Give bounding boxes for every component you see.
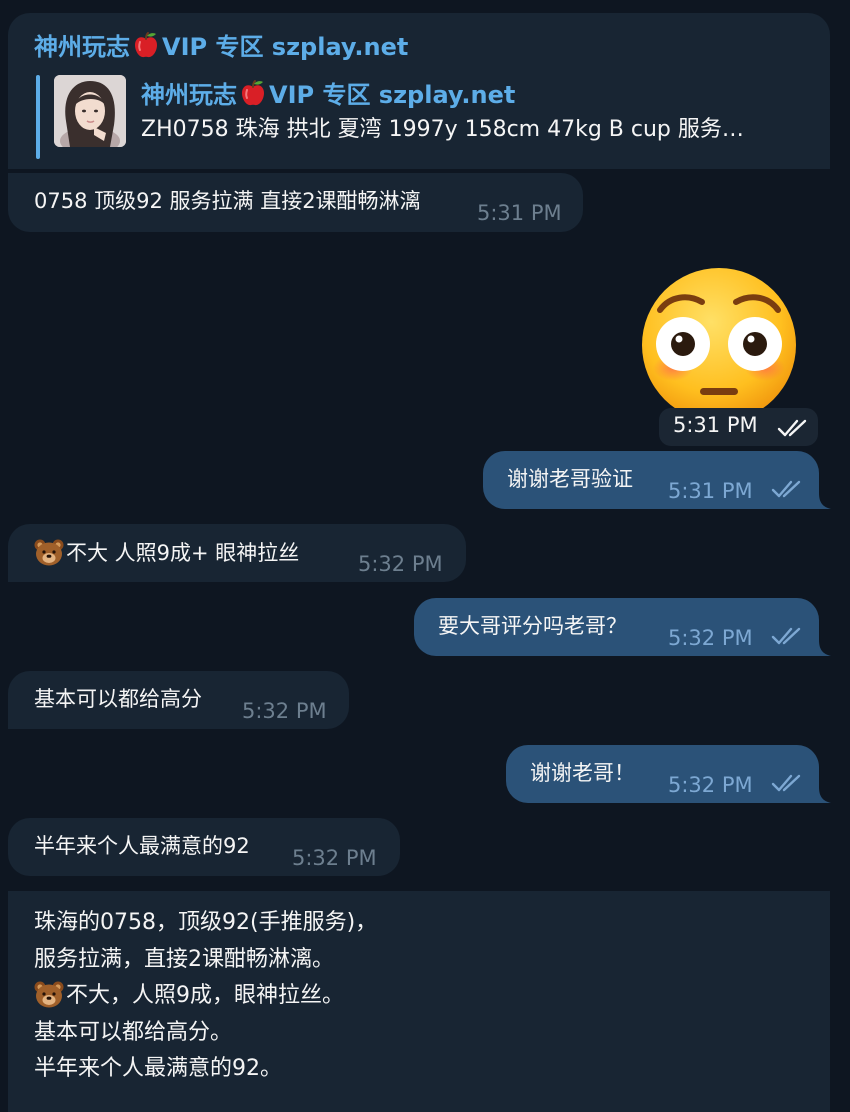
chat-window: 神州玩志 VIP 专区 szplay.net 神州玩志 VIP 专区 szpla… <box>0 0 850 1112</box>
forwarded-message[interactable]: 神州玩志 VIP 专区 szplay.net 神州玩志 VIP 专区 szpla… <box>8 13 830 169</box>
message-time: 5:31 PM <box>668 479 753 503</box>
summary-line: 服务拉满，直接2课酣畅淋漓。 <box>34 946 334 972</box>
message-time: 5:32 PM <box>358 552 443 576</box>
double-check-icon <box>771 627 801 645</box>
message-text: 要大哥评分吗老哥？ <box>438 614 627 638</box>
bear-emoji-icon <box>34 539 64 566</box>
channel-suffix-text: VIP 专区 szplay.net <box>162 33 409 61</box>
message-text: 不大 人照9成+ 眼神拉丝 <box>66 541 300 565</box>
sticker-time-badge: 5:31 PM <box>659 408 818 446</box>
bubble-tail <box>819 787 831 803</box>
summary-text: 珠海的0758，顶级92(手推服务)， 服务拉满，直接2课酣畅淋漓。 不大，人照… <box>34 905 377 1088</box>
summary-line: 半年来个人最满意的92。 <box>34 1056 282 1081</box>
summary-line: 珠海的0758，顶级92(手推服务)， <box>34 910 378 935</box>
message-time: 5:31 PM <box>477 201 562 225</box>
portrait-image <box>54 75 126 147</box>
quote-bar <box>36 75 40 159</box>
bubble-tail <box>819 493 831 509</box>
message-time: 5:32 PM <box>242 699 327 723</box>
channel-name[interactable]: 神州玩志 VIP 专区 szplay.net <box>34 31 408 61</box>
quote-title: 神州玩志 VIP 专区 szplay.net <box>141 79 515 109</box>
message-time: 5:32 PM <box>668 626 753 650</box>
summary-line: 基本可以都给高分。 <box>34 1019 233 1045</box>
profile-thumbnail[interactable] <box>54 75 126 147</box>
message-time: 5:31 PM <box>673 413 758 437</box>
summary-line: 不大，人照9成，眼神拉丝。 <box>66 983 344 1008</box>
message-bubble-incoming[interactable]: 半年来个人最满意的92 5:32 PM <box>8 818 400 876</box>
double-check-icon <box>777 419 807 437</box>
summary-line-with-emoji: 不大，人照9成，眼神拉丝。 <box>34 978 377 1015</box>
message-text: 0758 顶级92 服务拉满 直接2课酣畅淋漓 <box>34 189 421 213</box>
red-apple-icon <box>135 32 157 58</box>
message-time: 5:32 PM <box>668 773 753 797</box>
message-bubble-outgoing[interactable]: 谢谢老哥验证 5:31 PM <box>483 451 819 509</box>
message-text: 谢谢老哥验证 <box>507 467 633 491</box>
quote-title-suffix: VIP 专区 szplay.net <box>269 81 516 109</box>
message-bubble-incoming[interactable]: 基本可以都给高分 5:32 PM <box>8 671 349 729</box>
message-time: 5:32 PM <box>292 846 377 870</box>
message-bubble-outgoing[interactable]: 要大哥评分吗老哥？ 5:32 PM <box>414 598 819 656</box>
message-text: 谢谢老哥！ <box>530 761 635 785</box>
double-check-icon <box>771 480 801 498</box>
bear-emoji-icon <box>34 981 64 1008</box>
summary-message[interactable]: 珠海的0758，顶级92(手推服务)， 服务拉满，直接2课酣畅淋漓。 不大，人照… <box>8 891 830 1112</box>
quote-preview-text: ZH0758 珠海 拱北 夏湾 1997y 158cm 47kg B cup 服… <box>141 117 744 142</box>
message-bubble-incoming[interactable]: 0758 顶级92 服务拉满 直接2课酣畅淋漓 5:31 PM <box>8 173 583 232</box>
bubble-tail <box>819 640 831 656</box>
red-apple-icon <box>242 80 264 106</box>
double-check-icon <box>771 774 801 792</box>
channel-name-text: 神州玩志 <box>34 33 130 61</box>
message-bubble-outgoing[interactable]: 谢谢老哥！ 5:32 PM <box>506 745 819 803</box>
message-bubble-incoming[interactable]: 不大 人照9成+ 眼神拉丝 5:32 PM <box>8 524 466 582</box>
quote-title-text: 神州玩志 <box>141 81 237 109</box>
message-text: 半年来个人最满意的92 <box>34 834 250 858</box>
message-text: 基本可以都给高分 <box>34 687 202 711</box>
message-text-row: 不大 人照9成+ 眼神拉丝 <box>34 538 299 567</box>
flushed-face-sticker[interactable] <box>640 266 798 424</box>
